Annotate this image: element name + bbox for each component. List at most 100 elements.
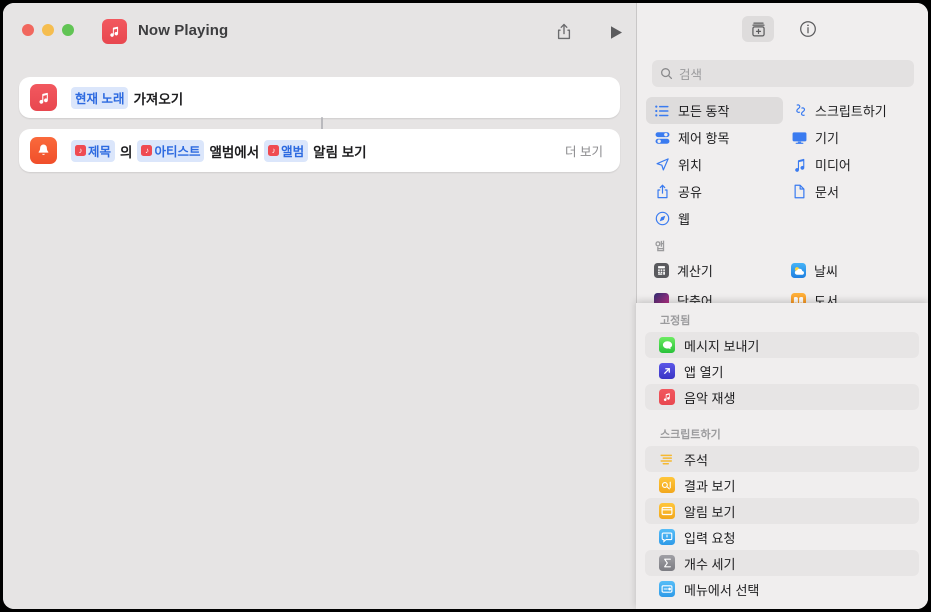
music-app-icon <box>30 84 57 111</box>
share-icon[interactable] <box>551 19 577 45</box>
token-label: 아티스트 <box>154 145 201 159</box>
action-word: 앨범에서 <box>209 144 260 160</box>
pinned-actions-overlay: 고정됨 메시지 보내기 앱 열기 음악 재생 스크립트하기 주석 결과 보기 알… <box>636 303 928 609</box>
music-token-icon: ♪ <box>141 145 153 156</box>
action-card-text: ♪ 제목 의 ♪ 아티스트 앨범에서 ♪ 앨범 알림 보기 <box>71 129 367 172</box>
play-icon[interactable] <box>603 19 629 45</box>
sidebar-item-documents[interactable]: 문서 <box>783 178 920 205</box>
sidebar-item-label: 문서 <box>815 185 839 200</box>
token-label: 제목 <box>88 145 112 159</box>
sidebar-item-sharing[interactable]: 공유 <box>646 178 783 205</box>
token-pill-title[interactable]: ♪ 제목 <box>71 139 116 162</box>
list-item-play-music[interactable]: 음악 재생 <box>645 384 919 410</box>
sidebar-item-location[interactable]: 위치 <box>646 151 783 178</box>
action-label: 알림 보기 <box>313 144 367 160</box>
sidebar-app-weather[interactable]: 날씨 <box>783 257 920 284</box>
sliders-icon <box>654 131 670 145</box>
action-label: 가져오기 <box>133 91 184 107</box>
library-add-icon[interactable] <box>742 16 774 42</box>
sidebar-item-label: 제어 항목 <box>678 131 730 146</box>
action-word: 의 <box>120 144 133 160</box>
sidebar-item-media[interactable]: 미디어 <box>783 151 920 178</box>
token-pill[interactable]: 현재 노래 <box>71 86 129 109</box>
action-card-text: 현재 노래 가져오기 <box>71 77 183 118</box>
minimize-button[interactable] <box>42 24 54 36</box>
close-button[interactable] <box>22 24 34 36</box>
sidebar-item-controls[interactable]: 제어 항목 <box>646 124 783 151</box>
workflow-editor-pane: Now Playing 현재 노래 가져오기 ♪ 제목 의 ♪ 아티스트 앨범에… <box>3 3 636 609</box>
list-item-label: 앱 열기 <box>684 364 724 380</box>
maximize-button[interactable] <box>62 24 74 36</box>
category-grid: 모든 동작 스크립트하기 제어 항목 기기 위치 미디어 공유 문서 웹 <box>646 97 920 232</box>
list-item-show-alert[interactable]: 알림 보기 <box>645 498 919 524</box>
page-title: Now Playing <box>138 22 229 39</box>
music-note-icon <box>791 158 807 172</box>
list-item-label: 결과 보기 <box>684 478 736 494</box>
music-token-icon: ♪ <box>268 145 280 156</box>
list-item-quick-look[interactable]: 결과 보기 <box>645 472 919 498</box>
sidebar-item-web[interactable]: 웹 <box>646 205 783 232</box>
token-label: 앨범 <box>281 145 305 159</box>
weather-icon <box>791 263 806 278</box>
quick-look-icon <box>659 477 675 493</box>
sidebar-app-label: 계산기 <box>677 264 713 279</box>
section-header-pinned: 고정됨 <box>660 315 691 327</box>
sidebar-item-label: 미디어 <box>815 158 851 173</box>
sidebar-item-devices[interactable]: 기기 <box>783 124 920 151</box>
sidebar-item-all-actions[interactable]: 모든 동작 <box>646 97 783 124</box>
action-card[interactable]: 현재 노래 가져오기 <box>19 77 620 118</box>
list-item-label: 입력 요청 <box>684 530 736 546</box>
ask-input-icon <box>659 529 675 545</box>
list-item-comment[interactable]: 주석 <box>645 446 919 472</box>
display-icon <box>791 131 807 145</box>
list-item-open-app[interactable]: 앱 열기 <box>645 358 919 384</box>
music-play-icon <box>659 389 675 405</box>
list-item-label: 메뉴에서 선택 <box>684 582 760 598</box>
alert-bell-icon <box>30 137 57 164</box>
action-card[interactable]: ♪ 제목 의 ♪ 아티스트 앨범에서 ♪ 앨범 알림 보기 더 보기 <box>19 129 620 172</box>
sidebar-item-label: 웹 <box>678 212 690 227</box>
music-token-icon: ♪ <box>75 145 86 156</box>
search-placeholder: 검색 <box>679 68 703 82</box>
sidebar-toolbar <box>637 16 928 42</box>
token-pill-artist[interactable]: ♪ 아티스트 <box>137 139 205 162</box>
sidebar-item-label: 공유 <box>678 185 702 200</box>
document-icon <box>791 184 807 199</box>
sidebar-item-label: 위치 <box>678 158 702 173</box>
list-bullet-icon <box>654 105 670 117</box>
list-item-label: 메시지 보내기 <box>684 338 760 354</box>
list-item-send-message[interactable]: 메시지 보내기 <box>645 332 919 358</box>
list-item-label: 개수 세기 <box>684 556 736 572</box>
sidebar-item-label: 모든 동작 <box>678 104 730 119</box>
info-circle-icon[interactable] <box>792 16 824 42</box>
safari-compass-icon <box>654 211 670 226</box>
list-item-label: 음악 재생 <box>684 390 736 406</box>
search-icon <box>660 67 673 80</box>
sidebar-app-label: 날씨 <box>814 264 838 279</box>
list-item-choose-from-menu[interactable]: 메뉴에서 선택 <box>645 576 919 602</box>
show-alert-icon <box>659 503 675 519</box>
location-arrow-icon <box>654 157 670 172</box>
list-item-label: 알림 보기 <box>684 504 736 520</box>
music-note-icon <box>102 19 127 44</box>
shortcuts-window: Now Playing 현재 노래 가져오기 ♪ 제목 의 ♪ 아티스트 앨범에… <box>3 3 928 609</box>
search-input[interactable]: 검색 <box>652 60 914 87</box>
title-bar: Now Playing <box>3 3 636 58</box>
token-pill-album[interactable]: ♪ 앨범 <box>264 139 309 162</box>
sidebar-scrollbar[interactable] <box>923 63 927 295</box>
traffic-lights <box>22 24 74 36</box>
share-up-icon <box>654 184 670 199</box>
apps-section-header: 앱 <box>655 241 666 253</box>
sidebar-item-label: 기기 <box>815 131 839 146</box>
choose-menu-icon <box>659 581 675 597</box>
comment-icon <box>659 451 675 467</box>
sidebar-app-calculator[interactable]: 계산기 <box>646 257 783 284</box>
list-item-ask-for-input[interactable]: 입력 요청 <box>645 524 919 550</box>
show-more-button[interactable]: 더 보기 <box>565 129 603 172</box>
list-item-label: 주석 <box>684 452 708 468</box>
list-item-count[interactable]: 개수 세기 <box>645 550 919 576</box>
sidebar-item-scripting[interactable]: 스크립트하기 <box>783 97 920 124</box>
scripting-icon <box>791 103 807 118</box>
section-header-scripting: 스크립트하기 <box>660 429 721 441</box>
messages-icon <box>659 337 675 353</box>
